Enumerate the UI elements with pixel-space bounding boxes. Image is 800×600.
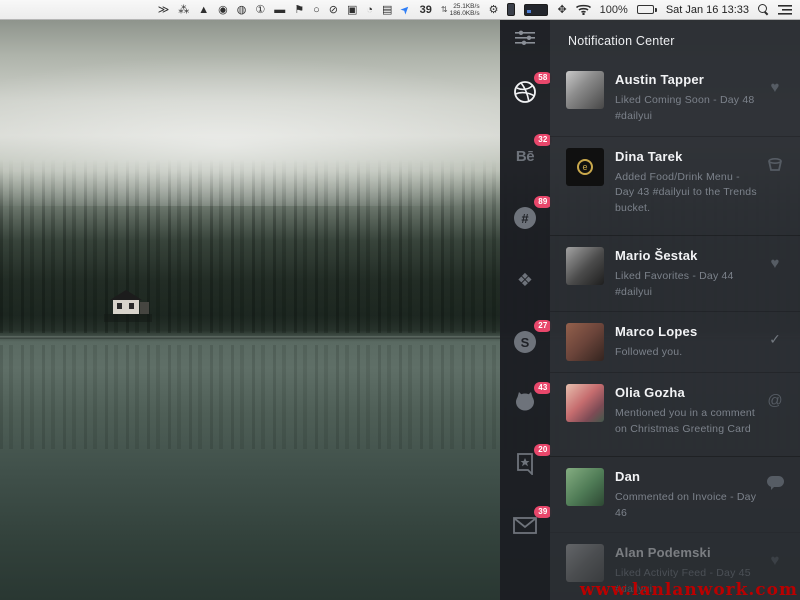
- heart-icon: ♥: [764, 255, 786, 272]
- bucket-icon: [764, 156, 786, 175]
- check-icon: ✓: [764, 331, 786, 348]
- notification-message: Liked Favorites - Day 44 #dailyui: [615, 269, 758, 301]
- watermark-text: www.lanlanwork.com: [580, 580, 798, 600]
- avatar: [566, 544, 604, 582]
- notification-sender: Alan Podemski: [615, 545, 758, 560]
- move-crosshair-icon[interactable]: ✥: [557, 0, 566, 20]
- hashtag-icon: #: [514, 207, 536, 229]
- circle-icon[interactable]: ○: [313, 0, 320, 20]
- notification-sender: Olia Gozha: [615, 385, 758, 400]
- avatar: [566, 247, 604, 285]
- clock-icon[interactable]: ◔: [366, 0, 373, 20]
- keyboard-icon[interactable]: [524, 4, 548, 16]
- avatar: [566, 71, 604, 109]
- avatar: e: [566, 148, 604, 186]
- drive-triangle-icon[interactable]: ▲: [198, 0, 209, 20]
- notification-sender: Dan: [615, 469, 758, 484]
- battery-percent: 100%: [600, 4, 628, 16]
- notification-message: Added Food/Drink Menu - Day 43 #dailyui …: [615, 170, 758, 217]
- avatar: [566, 323, 604, 361]
- input-source-icon[interactable]: ▤: [382, 0, 392, 20]
- net-up-speed: 25.1KB/s: [450, 3, 480, 10]
- notification-sender: Austin Tapper: [615, 72, 758, 87]
- notification-center-panel: 58 32 Bē 89 # ❖ 27 S: [500, 20, 800, 600]
- at-mention-icon: @: [764, 392, 786, 409]
- dash-icon[interactable]: ▬: [274, 0, 285, 20]
- pointer-icon[interactable]: ➤: [396, 0, 417, 20]
- notification-message: Followed you.: [615, 345, 758, 361]
- paw-icon[interactable]: ⁂: [178, 0, 189, 20]
- sidebar-item-skype[interactable]: 27 S: [511, 329, 539, 355]
- avatar: [566, 384, 604, 422]
- sidebar-item-hashtag[interactable]: 89 #: [511, 205, 539, 231]
- flag-icon[interactable]: ⚑: [294, 0, 304, 20]
- network-speed-indicator[interactable]: ⇅ 25.1KB/s 186.0KB/s: [441, 3, 480, 17]
- panel-title: Notification Center: [550, 20, 800, 60]
- skype-icon: S: [514, 331, 536, 353]
- square-icon[interactable]: ▣: [347, 0, 357, 20]
- spotlight-search-icon[interactable]: [758, 4, 769, 15]
- sidebar-item-mail[interactable]: 39: [511, 515, 539, 541]
- mail-envelope-icon: [513, 517, 537, 539]
- menubar-clock[interactable]: Sat Jan 16 13:33: [666, 4, 749, 16]
- notification-item-dan[interactable]: Dan Commented on Invoice - Day 46: [550, 456, 800, 533]
- battery-icon[interactable]: [637, 5, 657, 14]
- notification-message: Mentioned you in a comment on Christmas …: [615, 406, 758, 438]
- dropbox-icon: ❖: [517, 270, 533, 291]
- do-not-disturb-icon[interactable]: ⊘: [329, 0, 338, 20]
- app-sidebar: 58 32 Bē 89 # ❖ 27 S: [500, 20, 550, 600]
- updown-arrows-icon: ⇅: [441, 5, 448, 14]
- notification-message: Commented on Invoice - Day 46: [615, 490, 758, 522]
- notification-item-olia[interactable]: Olia Gozha Mentioned you in a comment on…: [550, 372, 800, 449]
- avatar: [566, 468, 604, 506]
- lake-house: [104, 288, 152, 327]
- notification-center-icon[interactable]: [778, 4, 792, 16]
- notification-list-panel: Notification Center Austin Tapper Liked …: [550, 20, 800, 600]
- heart-icon: ♥: [764, 79, 786, 96]
- notification-item-marco[interactable]: Marco Lopes Followed you. ✓: [550, 311, 800, 372]
- bookmark-star-icon: [516, 453, 534, 480]
- eye-icon[interactable]: ◉: [218, 0, 228, 20]
- sidebar-item-github[interactable]: 43: [511, 391, 539, 417]
- notification-list: Austin Tapper Liked Coming Soon - Day 48…: [550, 60, 800, 600]
- gear-icon[interactable]: ⚙: [489, 0, 499, 20]
- notification-sender: Mario Šestak: [615, 248, 758, 263]
- net-down-speed: 186.0KB/s: [450, 10, 480, 17]
- dribbble-icon: [513, 80, 537, 109]
- sidebar-item-dribbble[interactable]: 58: [511, 81, 539, 107]
- fast-forward-icon[interactable]: ≫: [158, 0, 170, 20]
- behance-icon: Bē: [516, 148, 534, 165]
- sidebar-item-bookmarks[interactable]: 20: [511, 453, 539, 479]
- notification-message: Liked Coming Soon - Day 48 #dailyui: [615, 93, 758, 125]
- comment-bubble-icon: [764, 476, 786, 495]
- heart-icon: ♥: [764, 552, 786, 569]
- sidebar-item-behance[interactable]: 32 Bē: [511, 143, 539, 169]
- bell-icon[interactable]: ◍: [237, 0, 247, 20]
- notification-item-dina[interactable]: e Dina Tarek Added Food/Drink Menu - Day…: [550, 136, 800, 228]
- menubar: ≫ ⁂ ▲ ◉ ◍ ① ▬ ⚑ ○ ⊘ ▣ ◔ ▤ ➤ 39 ⇅ 25.1KB/…: [0, 0, 800, 20]
- sidebar-item-dropbox[interactable]: ❖: [511, 267, 539, 293]
- menubar-badge-count[interactable]: 39: [420, 4, 432, 16]
- wifi-icon[interactable]: [576, 4, 591, 15]
- one-circle-icon[interactable]: ①: [255, 0, 265, 20]
- phone-icon[interactable]: [507, 3, 515, 16]
- notification-item-austin[interactable]: Austin Tapper Liked Coming Soon - Day 48…: [550, 60, 800, 136]
- notification-sender: Dina Tarek: [615, 149, 758, 164]
- notification-item-mario[interactable]: Mario Šestak Liked Favorites - Day 44 #d…: [550, 235, 800, 312]
- filter-sliders-icon[interactable]: [515, 30, 535, 51]
- github-icon: [513, 391, 537, 418]
- notification-sender: Marco Lopes: [615, 324, 758, 339]
